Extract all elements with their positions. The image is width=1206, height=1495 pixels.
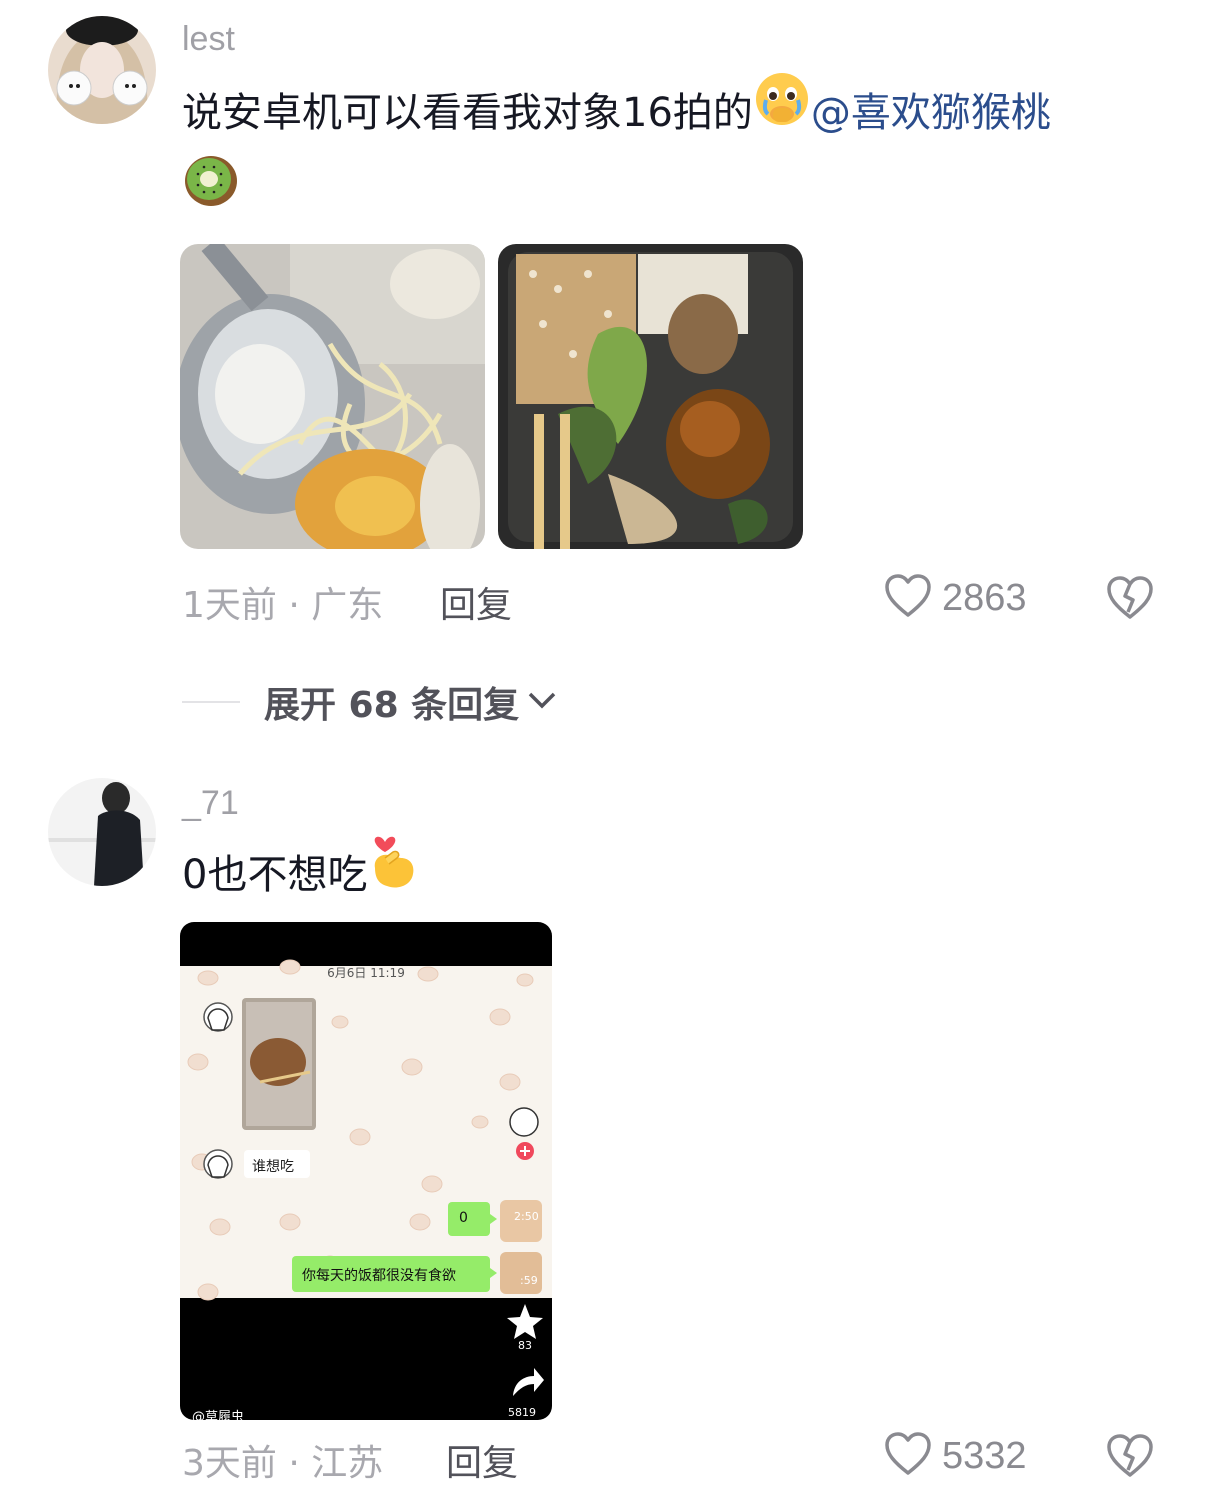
timestamp-location: 3天前 · 江苏: [182, 1443, 384, 1484]
chat-timestamp: 6月6日 11:19: [327, 966, 405, 980]
expand-divider: [182, 701, 240, 703]
username[interactable]: lest: [182, 20, 235, 59]
expand-replies-label: 展开 68 条回复: [264, 685, 520, 726]
overlay-time-2: :59: [520, 1274, 538, 1287]
crying-face-emoji: [753, 73, 811, 152]
like-count: 5332: [942, 1434, 1027, 1477]
overlay-time-1: 2:50: [514, 1210, 539, 1223]
comment-2-meta: 3天前 · 江苏 回复 5332: [182, 1432, 1166, 1486]
comment-1-meta: 1天前 · 广东 回复 2863: [182, 574, 1166, 628]
chat-screenshot-image[interactable]: 6月6日 11:19 谁想吃 0 你每天的饭都很没有食欲 2:50 :59 83…: [180, 922, 552, 1420]
star-count: 83: [518, 1339, 532, 1352]
reply-button[interactable]: 回复: [446, 1434, 518, 1486]
like-button[interactable]: 5332: [884, 1432, 1027, 1480]
broken-heart-icon[interactable]: [1106, 1434, 1154, 1482]
comment-body: 说安卓机可以看看我对象16拍的: [182, 90, 753, 136]
comment-text: 说安卓机可以看看我对象16拍的 @喜欢猕猴桃: [182, 73, 1162, 234]
outgoing-message-1: 0: [459, 1210, 468, 1226]
broken-heart-icon[interactable]: [1106, 576, 1154, 624]
comment-text: 0也不想吃: [182, 836, 1162, 916]
like-button[interactable]: 2863: [884, 574, 1027, 622]
avatar-71[interactable]: [48, 778, 156, 886]
fried-rice-mushroom-photo[interactable]: [498, 244, 803, 549]
incoming-message: 谁想吃: [252, 1159, 294, 1175]
heart-icon: [884, 1432, 932, 1480]
chevron-down-icon: [527, 690, 557, 714]
heart-icon: [884, 574, 932, 622]
finger-heart-emoji: [367, 836, 423, 916]
kiwi-emoji: [182, 152, 240, 234]
author-tag: @草履虫: [192, 1410, 245, 1420]
mention-link[interactable]: @喜欢猕猴桃: [811, 90, 1051, 136]
like-count: 2863: [942, 576, 1027, 619]
outgoing-message-2: 你每天的饭都很没有食欲: [302, 1268, 456, 1284]
expand-replies[interactable]: 展开 68 条回复: [182, 676, 557, 728]
share-count: 5819: [508, 1406, 536, 1419]
noodle-soup-photo[interactable]: [180, 244, 485, 549]
reply-button[interactable]: 回复: [440, 576, 512, 628]
username[interactable]: _71: [182, 784, 239, 823]
avatar-lest[interactable]: [48, 16, 156, 124]
comment-body: 0也不想吃: [182, 852, 368, 898]
timestamp-location: 1天前 · 广东: [182, 585, 384, 626]
